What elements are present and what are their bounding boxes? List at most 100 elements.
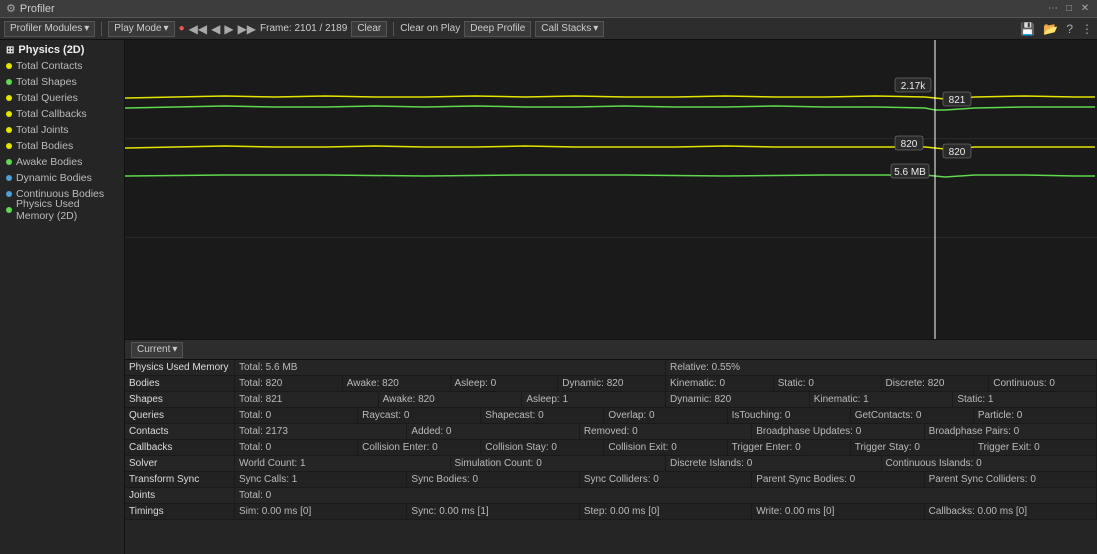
deep-profile-button[interactable]: Deep Profile	[464, 21, 531, 37]
row-7-cell-4: Parent Sync Colliders: 0	[925, 472, 1097, 487]
menu-icon[interactable]: ⋯	[1047, 3, 1059, 15]
table-row: BodiesTotal: 820Awake: 820Asleep: 0Dynam…	[125, 376, 1097, 392]
sidebar-dot-8	[6, 191, 12, 197]
table-row: Physics Used MemoryTotal: 5.6 MBRelative…	[125, 360, 1097, 376]
sidebar-header-icon: ⊞	[6, 45, 14, 56]
table-row: JointsTotal: 0	[125, 488, 1097, 504]
chart-container[interactable]: 2.17k 821 820 820 5.6 MB	[125, 40, 1097, 339]
sidebar-header-label: Physics (2D)	[18, 44, 84, 56]
row-2-cell-4: Kinematic: 1	[810, 392, 954, 407]
frame-info-label: Frame: 2101 / 2189	[260, 23, 347, 34]
clear-button[interactable]: Clear	[351, 21, 387, 37]
row-label-8: Joints	[125, 488, 235, 503]
sidebar-dot-3	[6, 111, 12, 117]
sidebar-item-1[interactable]: Total Shapes	[0, 74, 124, 90]
sidebar-label-3: Total Callbacks	[16, 108, 87, 120]
profiler-modules-button[interactable]: Profiler Modules ▾	[4, 21, 95, 37]
current-arrow-icon: ▾	[172, 344, 177, 355]
sidebar-dot-9	[6, 207, 12, 213]
row-label-4: Contacts	[125, 424, 235, 439]
row-1-cell-2: Asleep: 0	[451, 376, 559, 391]
sidebar-dot-0	[6, 63, 12, 69]
toolbar: Profiler Modules ▾ Play Mode ▾ ● ◀◀ ◀ ▶ …	[0, 18, 1097, 40]
sidebar-item-0[interactable]: Total Contacts	[0, 58, 124, 74]
tooltip-text-3: 820	[901, 139, 918, 150]
sidebar-item-3[interactable]: Total Callbacks	[0, 106, 124, 122]
chart-svg: 2.17k 821 820 820 5.6 MB	[125, 40, 1097, 339]
row-label-9: Timings	[125, 504, 235, 519]
row-6-cell-1: Simulation Count: 0	[451, 456, 667, 471]
sidebar-dot-6	[6, 159, 12, 165]
row-3-cell-6: Particle: 0	[974, 408, 1097, 423]
sidebar-label-5: Total Bodies	[16, 140, 73, 152]
tooltip-text-1: 2.17k	[901, 81, 926, 92]
play-mode-label: Play Mode	[114, 23, 161, 34]
row-3-cell-2: Shapecast: 0	[481, 408, 604, 423]
current-bar: Current ▾	[125, 340, 1097, 360]
row-9-cell-4: Callbacks: 0.00 ms [0]	[925, 504, 1097, 519]
sidebar-dot-7	[6, 175, 12, 181]
tooltip-text-4: 820	[949, 147, 966, 158]
call-stacks-button[interactable]: Call Stacks ▾	[535, 21, 604, 37]
table-row: SolverWorld Count: 1Simulation Count: 0D…	[125, 456, 1097, 472]
next-one-icon[interactable]: ▶	[224, 22, 233, 36]
sidebar-item-9[interactable]: Physics Used Memory (2D)	[0, 202, 124, 218]
table-row: ShapesTotal: 821Awake: 820Asleep: 1Dynam…	[125, 392, 1097, 408]
dropdown-arrow-icon: ▾	[84, 23, 89, 34]
row-4-cell-2: Removed: 0	[580, 424, 752, 439]
row-1-cell-4: Kinematic: 0	[666, 376, 774, 391]
sidebar-dot-2	[6, 95, 12, 101]
more-icon[interactable]: ⋮	[1081, 22, 1093, 36]
sidebar-item-2[interactable]: Total Queries	[0, 90, 124, 106]
row-1-cell-3: Dynamic: 820	[558, 376, 666, 391]
sidebar-item-7[interactable]: Dynamic Bodies	[0, 170, 124, 186]
sidebar-label-0: Total Contacts	[16, 60, 83, 72]
data-rows: Physics Used MemoryTotal: 5.6 MBRelative…	[125, 360, 1097, 554]
row-label-1: Bodies	[125, 376, 235, 391]
row-1-cell-7: Continuous: 0	[989, 376, 1097, 391]
row-label-2: Shapes	[125, 392, 235, 407]
row-label-0: Physics Used Memory	[125, 360, 235, 375]
profiler-modules-label: Profiler Modules	[10, 23, 82, 34]
row-5-cell-1: Collision Enter: 0	[358, 440, 481, 455]
row-3-cell-0: Total: 0	[235, 408, 358, 423]
row-2-cell-5: Static: 1	[953, 392, 1097, 407]
prev-frame-icon[interactable]: ◀◀	[189, 22, 207, 36]
row-6-cell-2: Discrete Islands: 0	[666, 456, 882, 471]
load-icon[interactable]: 📂	[1043, 22, 1058, 36]
table-row: ContactsTotal: 2173Added: 0Removed: 0Bro…	[125, 424, 1097, 440]
restore-icon[interactable]: □	[1063, 3, 1075, 15]
current-dropdown-button[interactable]: Current ▾	[131, 342, 183, 358]
sidebar-label-6: Awake Bodies	[16, 156, 82, 168]
current-label: Current	[137, 344, 170, 355]
row-2-cell-0: Total: 821	[235, 392, 379, 407]
play-mode-button[interactable]: Play Mode ▾	[108, 21, 174, 37]
row-3-cell-5: GetContacts: 0	[851, 408, 974, 423]
row-4-cell-3: Broadphase Updates: 0	[752, 424, 924, 439]
help-icon[interactable]: ?	[1066, 22, 1073, 36]
prev-one-icon[interactable]: ◀	[211, 22, 220, 36]
table-row: QueriesTotal: 0Raycast: 0Shapecast: 0Ove…	[125, 408, 1097, 424]
title-icon: ⚙	[6, 2, 16, 15]
row-7-cell-1: Sync Bodies: 0	[407, 472, 579, 487]
sidebar-label-4: Total Joints	[16, 124, 69, 136]
sidebar-item-6[interactable]: Awake Bodies	[0, 154, 124, 170]
row-5-cell-4: Trigger Enter: 0	[728, 440, 851, 455]
row-5-cell-6: Trigger Exit: 0	[974, 440, 1097, 455]
sidebar-item-5[interactable]: Total Bodies	[0, 138, 124, 154]
row-6-cell-3: Continuous Islands: 0	[882, 456, 1097, 471]
next-frame-icon[interactable]: ▶▶	[238, 22, 256, 36]
sidebar-item-4[interactable]: Total Joints	[0, 122, 124, 138]
row-9-cell-1: Sync: 0.00 ms [1]	[407, 504, 579, 519]
bottom-panel: Current ▾ Physics Used MemoryTotal: 5.6 …	[125, 339, 1097, 554]
right-area: 2.17k 821 820 820 5.6 MB Current	[125, 40, 1097, 554]
save-icon[interactable]: 💾	[1020, 22, 1035, 36]
record-icon[interactable]: ●	[179, 23, 185, 34]
main-area: ⊞ Physics (2D) Total Contacts Total Shape…	[0, 40, 1097, 554]
sidebar-label-2: Total Queries	[16, 92, 78, 104]
row-3-cell-1: Raycast: 0	[358, 408, 481, 423]
table-row: TimingsSim: 0.00 ms [0]Sync: 0.00 ms [1]…	[125, 504, 1097, 520]
close-icon[interactable]: ✕	[1079, 3, 1091, 15]
row-1-cell-0: Total: 820	[235, 376, 343, 391]
sidebar: ⊞ Physics (2D) Total Contacts Total Shape…	[0, 40, 125, 554]
